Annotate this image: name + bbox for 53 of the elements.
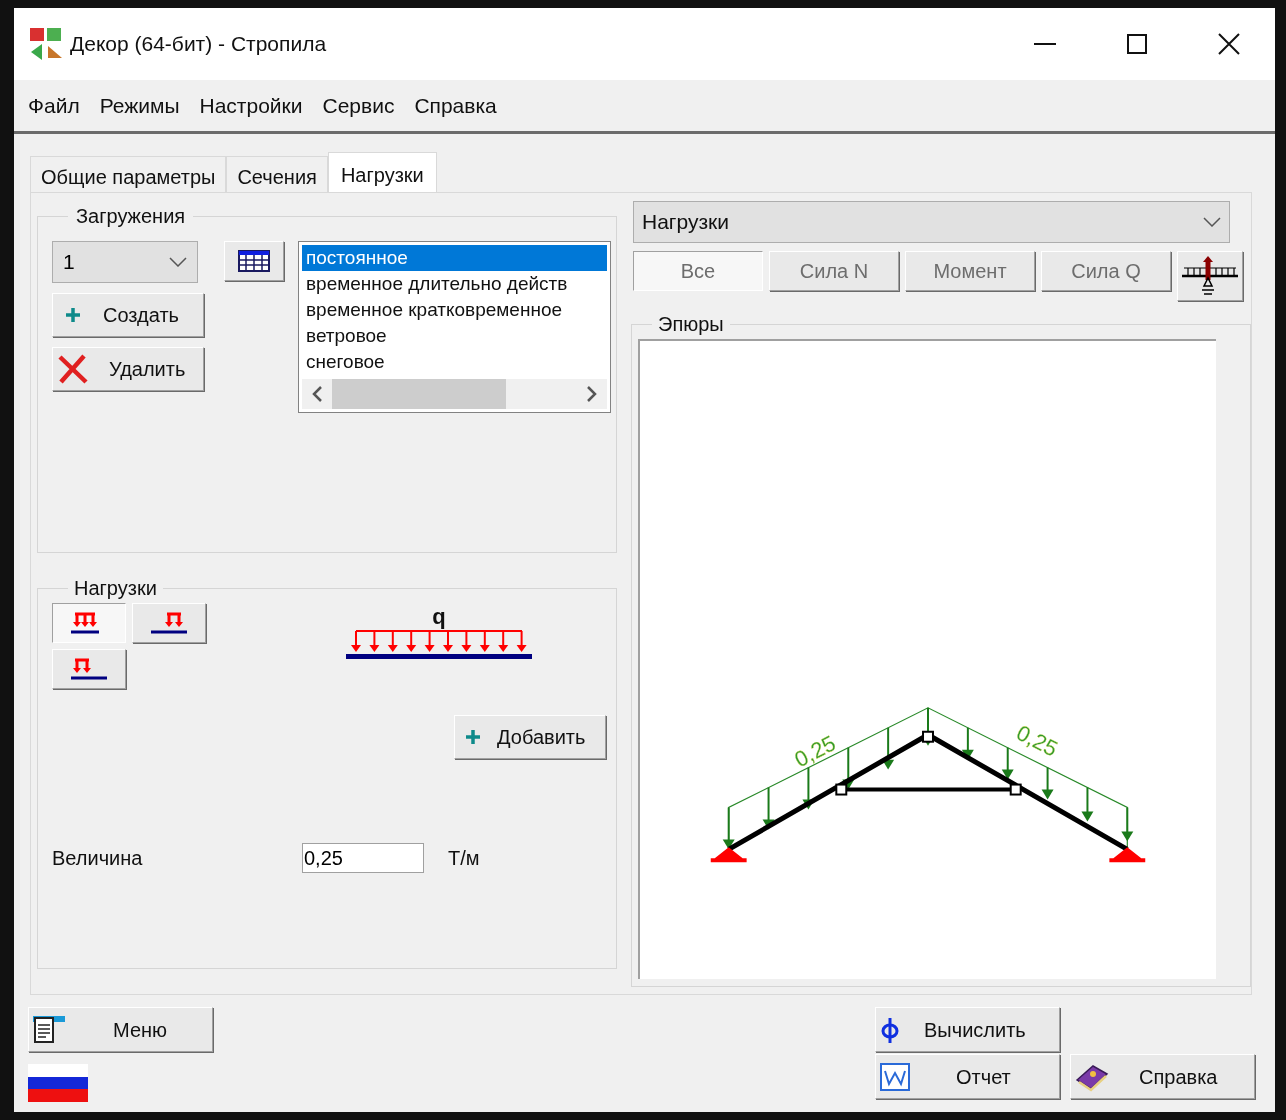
chevron-down-icon <box>1203 217 1221 227</box>
unit-label: Т/м <box>448 846 480 871</box>
menu-item[interactable]: Справка <box>414 89 497 122</box>
plus-icon <box>65 307 81 323</box>
menu-item[interactable]: Режимы <box>99 89 180 122</box>
magnitude-field[interactable]: 0,25 <box>302 843 424 873</box>
group-title: Эпюры <box>657 312 725 337</box>
russian-flag-icon <box>28 1064 88 1102</box>
scrollbar-thumb[interactable] <box>332 379 506 409</box>
view-dropdown[interactable]: Нагрузки <box>633 201 1230 243</box>
help-button[interactable]: Справка <box>1070 1054 1255 1099</box>
word-document-icon <box>880 1062 910 1091</box>
table-icon <box>238 250 270 272</box>
create-button[interactable]: Создать <box>52 293 204 337</box>
list-item[interactable]: снеговое <box>302 349 607 375</box>
beam-support-icon <box>1180 254 1240 298</box>
load-value-label: 0,25 <box>1012 719 1062 762</box>
window-title: Декор (64-бит) - Стропила <box>70 31 327 58</box>
report-button[interactable]: Отчет <box>875 1054 1060 1099</box>
menu-button[interactable]: Меню <box>28 1007 213 1052</box>
support-reaction-button[interactable] <box>1177 251 1243 301</box>
distributed-load-icon <box>71 658 107 680</box>
document-list-icon <box>33 1015 65 1044</box>
list-item[interactable]: ветровое <box>302 323 607 349</box>
plus-icon <box>465 729 481 745</box>
delete-button[interactable]: Удалить <box>52 347 204 391</box>
calculate-button[interactable]: Вычислить <box>875 1007 1060 1052</box>
magnitude-label: Величина <box>52 846 144 871</box>
maximize-icon <box>1127 34 1147 54</box>
app-icon <box>30 28 64 60</box>
menu-item[interactable]: Файл <box>28 89 80 122</box>
load-symbol: q <box>432 605 446 629</box>
chevron-down-icon <box>169 257 187 267</box>
add-button[interactable]: Добавить <box>454 715 606 759</box>
tab[interactable]: Общие параметры <box>30 156 227 192</box>
tab[interactable]: Сечения <box>226 156 328 192</box>
horizontal-scrollbar[interactable] <box>302 379 607 409</box>
close-icon <box>1218 33 1240 55</box>
menu-item[interactable]: Сервис <box>322 89 395 122</box>
case-number-dropdown[interactable]: 1 <box>52 241 198 283</box>
list-item[interactable]: постоянное <box>302 245 607 271</box>
table-button[interactable] <box>224 241 284 281</box>
group-title: Загружения <box>75 204 187 229</box>
load-value-label: 0,25 <box>790 730 840 773</box>
menu-item[interactable]: Настройки <box>199 89 303 122</box>
delete-icon <box>57 354 89 384</box>
tab[interactable]: Нагрузки <box>327 152 437 192</box>
distributed-load-icon <box>151 612 187 634</box>
list-item[interactable]: временное длительно действ <box>302 271 607 297</box>
phi-icon <box>880 1015 900 1044</box>
minimize-icon <box>1034 43 1056 45</box>
group-title: Нагрузки <box>73 576 158 601</box>
list-item[interactable]: временное кратковременное <box>302 297 607 323</box>
